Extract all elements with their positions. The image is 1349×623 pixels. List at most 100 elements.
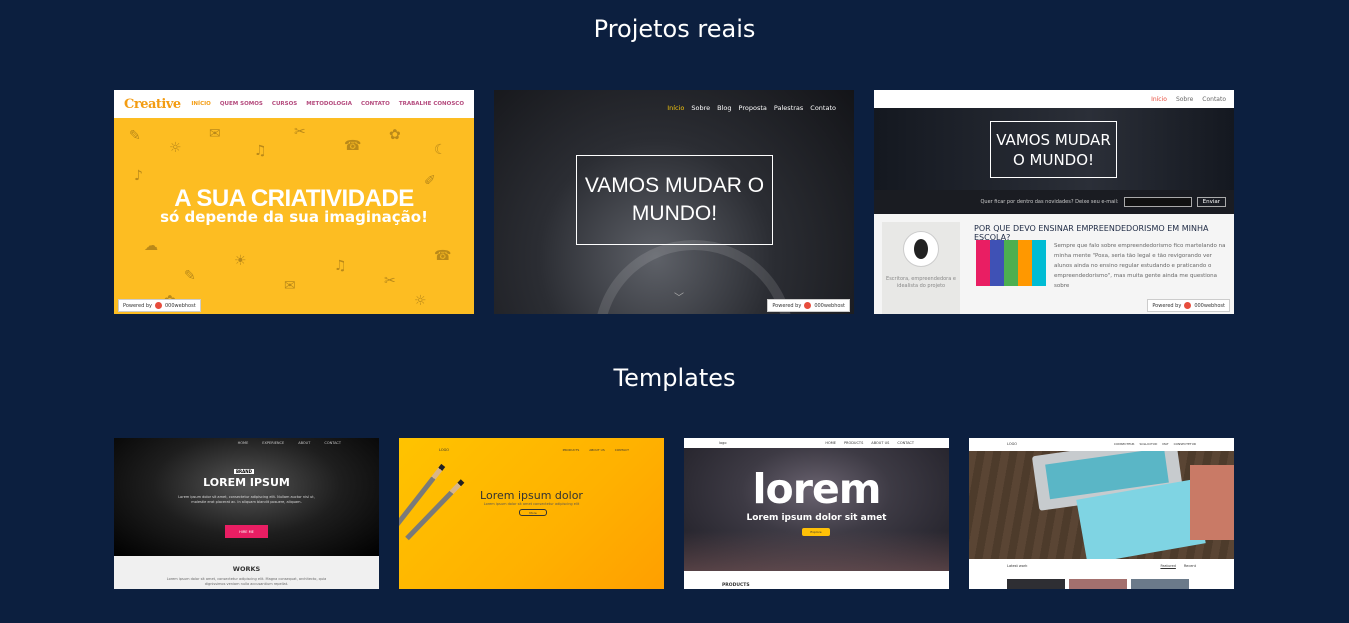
hero-paragraph: Lorem ipsum dolor sit amet, consectetur … (178, 495, 315, 504)
menu-item: Blog (717, 104, 732, 112)
host-logo-icon (154, 302, 162, 309)
powered-brand: 000webhost (1194, 302, 1225, 309)
powered-label: Powered by (1152, 302, 1182, 309)
menu-item: Contato (810, 104, 836, 112)
brand-badge: BRAND (234, 469, 254, 474)
hero-paragraph: Lorem ipsum dolor sit amet consectetur a… (483, 502, 580, 506)
menu-item: Contato (1202, 95, 1226, 103)
hero-subheadline: Lorem ipsum dolor sit amet (746, 513, 887, 523)
host-logo-icon (804, 302, 812, 309)
nav-item: CONTACT (897, 441, 914, 445)
section-heading: WORKS (232, 565, 261, 573)
nav-item: CONSECTEUR (1113, 442, 1135, 446)
more-button: More (519, 509, 547, 516)
project-thumbnail-vamos-mudar-light[interactable]: Início Sobre Contato VAMOS MUDAR O MUNDO… (874, 90, 1234, 314)
template-thumbnail-lorem-runner[interactable]: logo HOME PRODUCTS ABOUT US CONTACT lore… (684, 438, 949, 589)
nav-item: ABOUT (298, 441, 311, 445)
nav-item: HOME (825, 441, 836, 445)
hire-me-button: HIRE ME (225, 525, 268, 538)
article-text: Sempre que falo sobre empreendedorismo f… (1054, 243, 1226, 289)
nav-item: CONTACT (324, 441, 341, 445)
profile-text: Escritora, empreendedora e idealista do … (886, 276, 956, 289)
powered-by-badge: Powered by 000webhost (1147, 299, 1230, 312)
work-card (1069, 579, 1127, 589)
project-thumbnail-creative[interactable]: Creative INÍCIO QUEM SOMOS CURSOS METODO… (114, 90, 474, 314)
template-logo: LOGO (439, 448, 450, 452)
template-nav: HOME EXPERIENCE ABOUT CONTACT (238, 441, 341, 445)
latest-work-label: Latest work (1007, 564, 1028, 568)
nav-item: HOME (237, 441, 249, 445)
tab-recent: Recent (1183, 564, 1196, 568)
newsletter-bar: Quer ficar por dentro das novidades? Dei… (874, 190, 1234, 214)
menu-item: METODOLOGIA (306, 101, 352, 107)
template-thumbnail-lorem-yellow[interactable]: LOGO PRODUCTS ABOUT US CONTACT Lorem ips… (399, 438, 664, 589)
chevron-down-icon: ﹀ (674, 293, 684, 304)
menu-item: QUEM SOMOS (219, 101, 263, 107)
nav-item: PRODUCTS (562, 448, 580, 452)
works-section: WORKS Lorem ipsum dolor sit amet, consec… (114, 556, 379, 589)
nav-item: CONTACT (614, 448, 629, 452)
powered-brand: 000webhost (814, 302, 845, 309)
hero-headline-box: VAMOS MUDAR O MUNDO! (576, 155, 773, 245)
nav-item: MAT (1162, 442, 1169, 446)
nav-item: CONSECTETUR (1173, 442, 1196, 446)
profile-card: Escritora, empreendedora e idealista do … (882, 222, 960, 314)
project-navbar: Creative INÍCIO QUEM SOMOS CURSOS METODO… (114, 90, 474, 118)
template-thumbnail-laptop-desk[interactable]: LOGO CONSECTEUR SOLLICITUD MAT CONSECTET… (969, 438, 1234, 589)
article-image (976, 240, 1046, 286)
tab-featured: Featured (1160, 564, 1176, 568)
template-thumbnail-lorem-dark[interactable]: HOME EXPERIENCE ABOUT CONTACT BRAND LORE… (114, 438, 379, 589)
menu-item: Sobre (691, 104, 711, 112)
menu-item: CONTATO (360, 101, 390, 107)
menu-item: Sobre (1175, 95, 1194, 103)
template-logo: logo (719, 441, 727, 445)
host-logo-icon (1184, 302, 1192, 309)
nav-item: PRODUCTS (843, 441, 864, 445)
section-heading: PRODUCTS (722, 583, 750, 588)
nav-item: SOLLICITUD (1139, 442, 1158, 446)
book-image (1190, 465, 1234, 540)
newsletter-text: Quer ficar por dentro das novidades? Dei… (980, 199, 1119, 205)
work-cards (1007, 579, 1189, 589)
menu-item: CURSOS (271, 101, 298, 107)
menu-item: INÍCIO (191, 101, 211, 107)
powered-brand: 000webhost (164, 302, 196, 309)
project-menu: Início Sobre Blog Proposta Palestras Con… (667, 104, 836, 112)
hero-headline: LOREM IPSUM (203, 476, 290, 489)
template-nav: LOGO CONSECTEUR SOLLICITUD MAT CONSECTET… (969, 438, 1234, 450)
nav-item: ABOUT US (871, 441, 890, 445)
send-button: Enviar (1196, 197, 1226, 207)
project-thumbnail-vamos-mudar-dark[interactable]: Início Sobre Blog Proposta Palestras Con… (494, 90, 854, 314)
project-navbar: Início Sobre Contato (874, 90, 1234, 108)
project-menu: INÍCIO QUEM SOMOS CURSOS METODOLOGIA CON… (191, 101, 464, 107)
template-nav: PRODUCTS ABOUT US CONTACT (563, 448, 629, 452)
nav-item: ABOUT US (589, 448, 605, 452)
powered-by-badge: Powered by 000webhost (767, 299, 850, 312)
work-card (1131, 579, 1189, 589)
hero-headline-box: VAMOS MUDAR O MUNDO! (990, 121, 1117, 178)
work-card (1007, 579, 1065, 589)
menu-item: Início (1151, 95, 1167, 103)
section-title-real-projects: Projetos reais (593, 15, 756, 43)
powered-by-badge: Powered by 000webhost (118, 299, 201, 312)
explore-button: Explore (802, 528, 830, 536)
menu-item: Palestras (773, 104, 804, 112)
works-header: Latest work Featured Recent (1007, 564, 1196, 568)
project-logo: Creative (124, 96, 181, 112)
section-title-templates: Templates (613, 364, 736, 392)
avatar (903, 231, 939, 267)
powered-label: Powered by (772, 302, 802, 309)
template-nav: logo HOME PRODUCTS ABOUT US CONTACT (684, 438, 949, 448)
template-logo: LOGO (1007, 442, 1018, 446)
hero-subheadline: só depende da sua imaginação! (160, 208, 428, 226)
hero-headline: Lorem ipsum dolor (480, 489, 583, 502)
section-text: Lorem ipsum dolor sit amet, consectetur … (166, 577, 327, 586)
nav-item: EXPERIENCE (262, 441, 285, 445)
project-hero: VAMOS MUDAR O MUNDO! (874, 108, 1234, 190)
menu-item: Início (667, 104, 685, 112)
menu-item: TRABALHE CONOSCO (398, 101, 464, 107)
powered-label: Powered by (123, 302, 152, 309)
template-hero: HOME EXPERIENCE ABOUT CONTACT BRAND LORE… (114, 438, 379, 556)
desk-hero-image (969, 451, 1234, 559)
hero-headline: lorem (752, 465, 882, 513)
